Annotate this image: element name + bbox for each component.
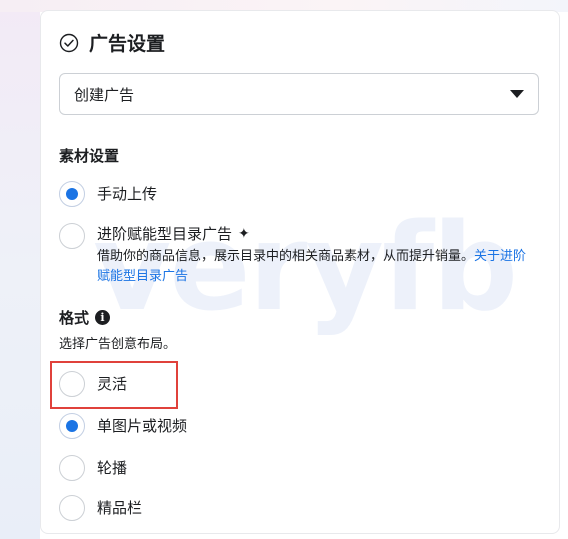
info-icon[interactable]: i: [95, 310, 111, 325]
format-description: 选择广告创意布局。: [59, 337, 177, 352]
radio-button[interactable]: [59, 495, 85, 521]
option-title-text: 进阶赋能型目录广告: [97, 225, 233, 243]
check-circle-icon: [59, 33, 79, 53]
option-description: 借助你的商品信息，展示目录中的相关商品素材，从而提升销量。关于进阶赋能型目录广告: [97, 247, 537, 287]
option-title: 进阶赋能型目录广告 ✦: [97, 223, 537, 245]
option-description-text: 借助你的商品信息，展示目录中的相关商品素材，从而提升销量。: [97, 249, 475, 264]
radio-button-checked[interactable]: [59, 181, 85, 207]
format-title-text: 格式: [59, 309, 90, 327]
creative-setup-title: 素材设置: [59, 147, 120, 165]
background-left-gradient: [0, 0, 40, 539]
format-title: 格式 i: [59, 307, 111, 328]
radio-collection[interactable]: 精品栏: [59, 495, 142, 521]
ad-type-select[interactable]: 创建广告: [59, 73, 539, 115]
radio-carousel[interactable]: 轮播: [59, 455, 127, 481]
radio-button[interactable]: [59, 371, 85, 397]
radio-label: 手动上传: [97, 185, 158, 203]
panel-header: 广告设置: [59, 29, 165, 56]
radio-manual-upload[interactable]: 手动上传: [59, 181, 157, 207]
radio-label: 单图片或视频: [97, 417, 188, 435]
radio-single-image-video[interactable]: 单图片或视频: [59, 413, 187, 439]
option-block: 进阶赋能型目录广告 ✦ 借助你的商品信息，展示目录中的相关商品素材，从而提升销量…: [97, 223, 537, 287]
radio-button[interactable]: [59, 223, 85, 249]
page-title: 广告设置: [89, 33, 166, 55]
sparkle-icon: ✦: [238, 226, 250, 242]
radio-flexible[interactable]: 灵活: [59, 371, 127, 397]
radio-label: 轮播: [97, 459, 128, 477]
radio-label: 精品栏: [97, 499, 143, 517]
ad-type-select-value: 创建广告: [74, 85, 135, 104]
radio-button-checked[interactable]: [59, 413, 85, 439]
radio-button[interactable]: [59, 455, 85, 481]
radio-label: 灵活: [97, 375, 128, 393]
ad-settings-panel: veryfb 广告设置 创建广告 素材设置 手动上传 进阶赋能型目录广告 ✦ 借…: [40, 10, 560, 534]
caret-down-icon: [510, 90, 524, 98]
radio-advantage-catalog[interactable]: 进阶赋能型目录广告 ✦ 借助你的商品信息，展示目录中的相关商品素材，从而提升销量…: [59, 223, 537, 287]
